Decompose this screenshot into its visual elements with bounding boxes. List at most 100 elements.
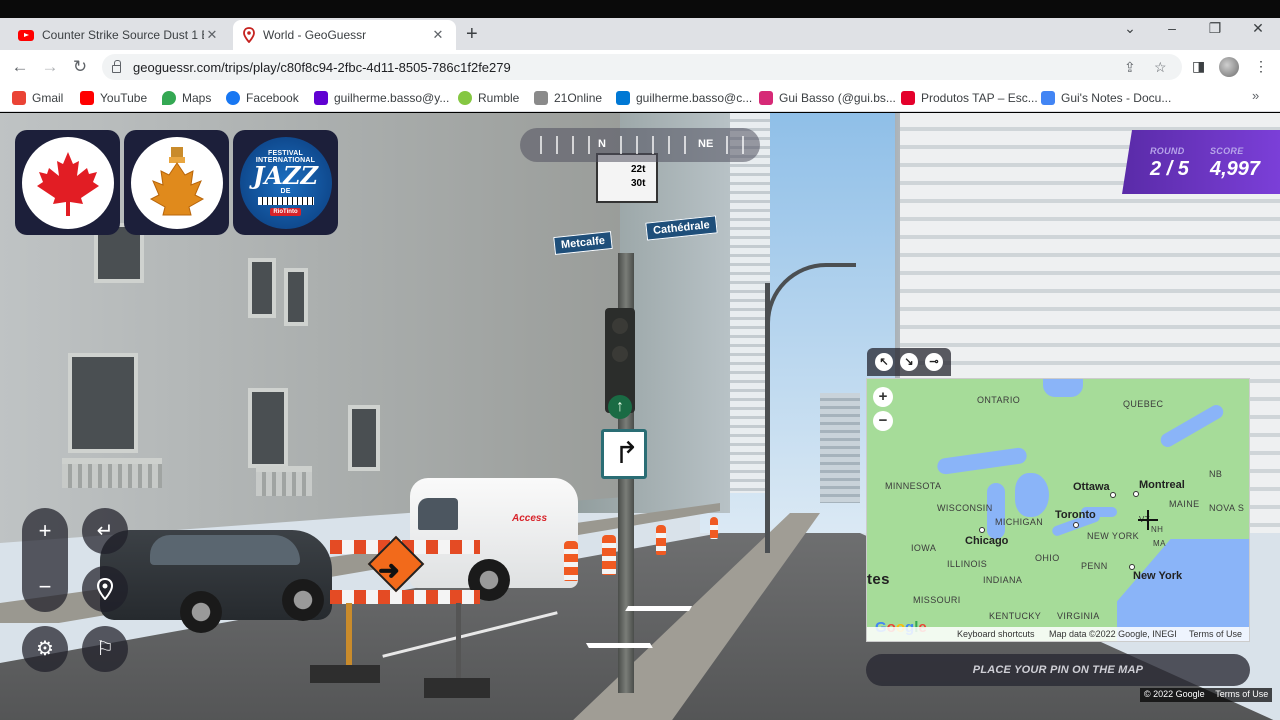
truck-weight-text: 22t 30t — [631, 164, 646, 189]
back-icon[interactable]: ← — [9, 56, 31, 78]
map-label-ma: MA — [1153, 539, 1166, 548]
flag-button[interactable]: ⚐ — [82, 626, 128, 672]
bookmarks-bar: Gmail YouTube Maps Facebook guilherme.ba… — [0, 84, 1280, 112]
construction-barrier — [330, 590, 480, 604]
building-window — [248, 388, 288, 468]
side-panel-icon[interactable]: ◨ — [1192, 58, 1205, 75]
move-back-arrow[interactable] — [585, 643, 659, 657]
james-bay — [1043, 379, 1083, 397]
balcony — [62, 458, 162, 488]
bookmark-tap[interactable]: Produtos TAP – Esc... — [901, 89, 1038, 107]
map-city-ottawa: Ottawa — [1073, 481, 1110, 493]
streetview-terms-link[interactable]: Terms of Use — [1215, 689, 1268, 699]
map-terms-link[interactable]: Terms of Use — [1189, 629, 1242, 639]
map-zoom-out-button[interactable]: − — [873, 411, 893, 431]
compass-tick — [620, 136, 622, 154]
bookmark-docs[interactable]: Gui's Notes - Docu... — [1041, 89, 1171, 107]
map-footer: Keyboard shortcuts Map data ©2022 Google… — [867, 627, 1249, 641]
location-pin-icon — [96, 577, 114, 601]
lock-icon[interactable] — [112, 60, 121, 73]
compass-tick — [588, 136, 590, 154]
undo-move-button[interactable]: ↵ — [82, 508, 128, 554]
bookmark-label: Produtos TAP – Esc... — [921, 91, 1038, 105]
move-forward-arrow[interactable] — [619, 606, 693, 620]
suv-window — [150, 535, 300, 565]
street-lamp-pole — [765, 283, 770, 553]
bookmark-21online[interactable]: 21Online — [534, 89, 602, 107]
canada-flag-badge — [15, 130, 120, 235]
bookmark-facebook[interactable]: Facebook — [226, 89, 299, 107]
tab-youtube[interactable]: Counter Strike Source Dust 1 Bot ✕ — [8, 20, 230, 50]
yahoo-mail-icon — [314, 91, 328, 105]
map-label-ohio: OHIO — [1035, 553, 1060, 563]
reload-icon[interactable]: ↻ — [69, 56, 91, 78]
tab-search-icon[interactable]: ⌄ — [1118, 20, 1142, 37]
menu-icon[interactable]: ⋮ — [1254, 58, 1268, 75]
signal-lamp — [612, 318, 628, 334]
map-label-kentucky: KENTUCKY — [989, 611, 1042, 621]
minimize-icon[interactable]: – — [1160, 20, 1184, 36]
bookmark-label: guilherme.basso@c... — [636, 91, 753, 105]
url-text[interactable]: geoguessr.com/trips/play/c80f8c94-2fbc-4… — [133, 60, 511, 75]
forward-icon[interactable]: → — [39, 56, 61, 78]
zoom-in-button[interactable]: + — [22, 508, 68, 554]
bookmark-rumble[interactable]: Rumble — [458, 89, 519, 107]
map-label-illinois: ILLINOIS — [947, 559, 988, 569]
gmail-icon — [12, 91, 26, 105]
address-bar[interactable]: geoguessr.com/trips/play/c80f8c94-2fbc-4… — [102, 54, 1182, 80]
map-city-toronto: Toronto — [1055, 509, 1096, 521]
pin-map-icon[interactable]: ⊸ — [925, 353, 943, 371]
share-icon[interactable]: ⇪ — [1124, 59, 1136, 76]
return-to-start-button[interactable] — [82, 566, 128, 612]
profile-avatar[interactable] — [1219, 57, 1239, 77]
compass-northeast: NE — [698, 138, 714, 150]
guess-map[interactable]: ONTARIO QUEBEC MINNESOTA WISCONSIN MICHI… — [866, 378, 1250, 642]
youtube-icon — [18, 29, 34, 41]
settings-button[interactable]: ⚙ — [22, 626, 68, 672]
instagram-icon — [759, 91, 773, 105]
bookmark-label: YouTube — [100, 91, 148, 105]
close-window-icon[interactable]: ✕ — [1246, 20, 1270, 37]
compass-bar: N NE — [520, 128, 760, 162]
van-logo: Access — [512, 513, 548, 524]
close-tab-icon[interactable]: ✕ — [204, 27, 220, 43]
mail-icon — [616, 91, 630, 105]
maple-syrup-icon — [149, 146, 204, 215]
bookmark-star-icon[interactable]: ☆ — [1154, 59, 1167, 76]
restore-icon[interactable]: ❐ — [1203, 20, 1227, 37]
suv-wheel — [282, 579, 324, 621]
map-label-michigan: MICHIGAN — [995, 517, 1044, 527]
place-pin-button[interactable]: PLACE YOUR PIN ON THE MAP — [866, 654, 1250, 686]
close-tab-icon[interactable]: ✕ — [430, 27, 446, 43]
more-bookmarks-icon[interactable]: » — [1252, 88, 1259, 103]
map-zoom-in-button[interactable]: + — [873, 387, 893, 407]
bookmark-maps[interactable]: Maps — [162, 89, 211, 107]
bookmark-youtube[interactable]: YouTube — [80, 89, 147, 107]
bookmark-instagram[interactable]: Gui Basso (@gui.bs... — [759, 89, 896, 107]
map-label-partial: tes — [867, 571, 890, 588]
bookmark-label: Maps — [182, 91, 212, 105]
bookmark-label: Gmail — [32, 91, 64, 105]
bookmark-label: Facebook — [246, 91, 299, 105]
bookmark-yahoo-mail[interactable]: guilherme.basso@y... — [314, 89, 449, 107]
zoom-out-button[interactable]: − — [22, 564, 68, 610]
tab-geoguessr[interactable]: World - GeoGuessr ✕ — [233, 20, 456, 50]
building-window — [68, 353, 138, 453]
flag-icon: ⚐ — [96, 638, 114, 660]
enlarge-map-icon[interactable]: ↖ — [875, 353, 893, 371]
traffic-cone — [656, 525, 666, 555]
canada-flag-icon — [36, 151, 99, 216]
tab-strip: Counter Strike Source Dust 1 Bot ✕ World… — [0, 18, 1280, 50]
new-tab-button[interactable]: + — [466, 24, 478, 44]
bookmark-label: 21Online — [554, 91, 603, 105]
bookmark-gmail[interactable]: Gmail — [12, 89, 63, 107]
shrink-map-icon[interactable]: ↘ — [900, 353, 918, 371]
zoom-controls: + − — [22, 508, 68, 612]
bookmark-mail[interactable]: guilherme.basso@c... — [616, 89, 752, 107]
jazz-badge-title: JAZZ — [252, 160, 318, 190]
compass-tick — [636, 136, 638, 154]
bookmark-label: guilherme.basso@y... — [334, 91, 450, 105]
tab-title: Counter Strike Source Dust 1 Bot — [42, 28, 204, 42]
keyboard-shortcuts-link[interactable]: Keyboard shortcuts — [957, 629, 1035, 639]
compass-tick — [668, 136, 670, 154]
